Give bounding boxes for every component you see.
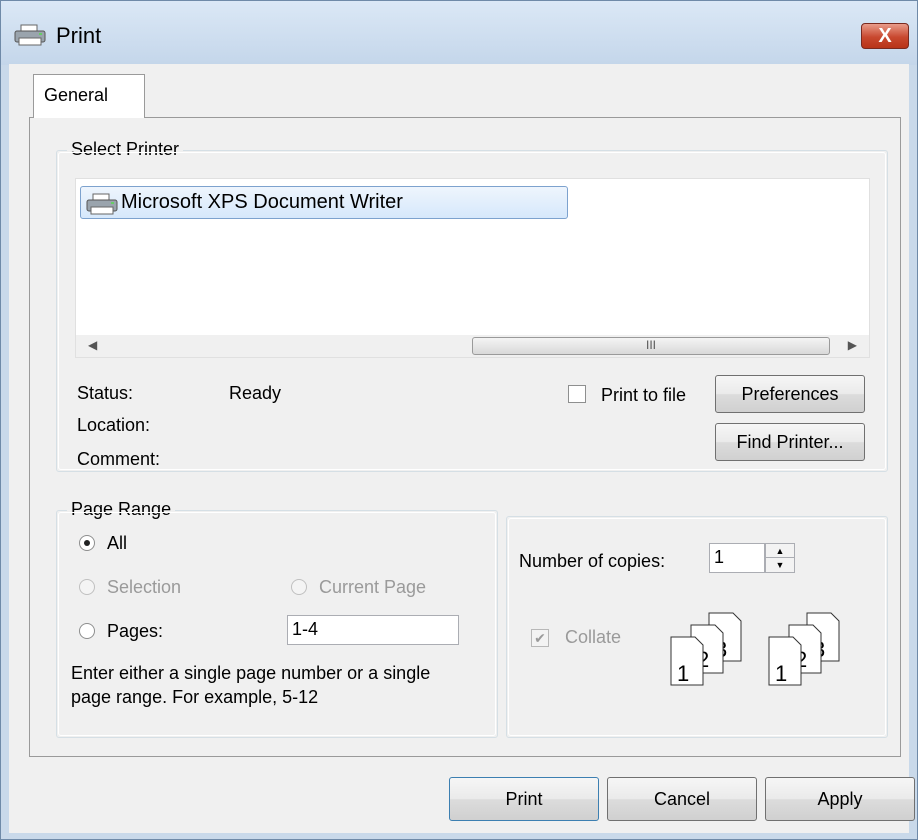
collate-checkbox[interactable]: ✔ bbox=[531, 629, 549, 647]
collate-illustration-icon: 3 2 1 3 2 1 bbox=[670, 612, 840, 686]
print-dialog-window: Print X General Select Printer Microsoft… bbox=[0, 0, 918, 840]
print-to-file-label[interactable]: Print to file bbox=[601, 385, 686, 406]
page-range-hint-1: Enter either a single page number or a s… bbox=[71, 663, 431, 683]
radio-selection-label[interactable]: Selection bbox=[107, 577, 181, 598]
printer-icon bbox=[13, 24, 47, 51]
copies-input[interactable]: 1 bbox=[709, 543, 765, 573]
window-title: Print bbox=[56, 23, 102, 48]
tab-general[interactable]: General bbox=[33, 74, 145, 118]
printer-item-xps[interactable]: Microsoft XPS Document Writer bbox=[80, 186, 568, 219]
cancel-button-label: Cancel bbox=[653, 789, 711, 809]
printer-name: Microsoft XPS Document Writer bbox=[121, 191, 403, 213]
close-icon: X bbox=[878, 25, 892, 47]
pages-input[interactable]: 1-4 bbox=[287, 615, 459, 645]
spin-down-icon[interactable]: ▼ bbox=[766, 558, 794, 572]
preferences-button[interactable]: Preferences bbox=[715, 375, 865, 413]
dialog-body: General Select Printer Microsoft XPS Doc… bbox=[9, 64, 915, 833]
status-label: Status: bbox=[77, 383, 134, 403]
apply-button[interactable]: Apply bbox=[765, 777, 915, 821]
collate-stack-2: 3 2 1 bbox=[768, 612, 840, 686]
select-printer-title: Select Printer bbox=[67, 139, 184, 160]
copies-spinner[interactable]: ▲ ▼ bbox=[765, 543, 795, 573]
apply-button-label: Apply bbox=[817, 789, 863, 809]
collate-stack-1: 3 2 1 bbox=[670, 612, 742, 686]
location-label: Location: bbox=[77, 415, 151, 435]
radio-all[interactable] bbox=[79, 535, 95, 551]
print-button-label: Print bbox=[505, 789, 543, 809]
radio-pages[interactable] bbox=[79, 623, 95, 639]
general-tab-panel: Select Printer Microsoft XPS Document Wr… bbox=[29, 117, 901, 757]
print-button[interactable]: Print bbox=[449, 777, 599, 821]
collate-page-1: 1 bbox=[775, 661, 787, 686]
scrollbar-grip: III bbox=[645, 338, 656, 352]
close-button[interactable]: X bbox=[861, 23, 909, 49]
radio-current-page-label[interactable]: Current Page bbox=[319, 577, 426, 598]
collate-page-1: 1 bbox=[677, 661, 689, 686]
number-of-copies-label: Number of copies: bbox=[519, 551, 666, 571]
find-printer-button[interactable]: Find Printer... bbox=[715, 423, 865, 461]
print-to-file-checkbox[interactable] bbox=[568, 385, 586, 403]
scroll-left-icon[interactable]: ◀ bbox=[88, 338, 97, 352]
tab-general-label: General bbox=[44, 85, 109, 105]
radio-current-page[interactable] bbox=[291, 579, 307, 595]
horizontal-scrollbar[interactable]: ◀ III ▶ bbox=[76, 335, 869, 357]
printer-icon bbox=[85, 193, 119, 220]
copies-group: Number of copies: 1 ▲ ▼ ✔ Collate 3 bbox=[506, 516, 888, 738]
find-printer-label: Find Printer... bbox=[736, 432, 844, 452]
select-printer-group: Select Printer Microsoft XPS Document Wr… bbox=[56, 139, 888, 472]
cancel-button[interactable]: Cancel bbox=[607, 777, 757, 821]
preferences-label: Preferences bbox=[741, 384, 839, 404]
radio-all-label[interactable]: All bbox=[107, 533, 127, 554]
pages-input-value: 1-4 bbox=[292, 619, 319, 639]
copies-input-value: 1 bbox=[714, 547, 725, 567]
page-range-title: Page Range bbox=[67, 499, 176, 520]
spin-up-icon[interactable]: ▲ bbox=[766, 544, 794, 558]
comment-label: Comment: bbox=[77, 449, 161, 469]
scrollbar-thumb[interactable]: III bbox=[472, 337, 830, 355]
collate-label[interactable]: Collate bbox=[565, 627, 621, 648]
status-value: Ready bbox=[229, 383, 282, 403]
title-bar[interactable]: Print X bbox=[1, 1, 917, 65]
scroll-right-icon[interactable]: ▶ bbox=[848, 338, 857, 352]
radio-pages-label[interactable]: Pages: bbox=[107, 621, 163, 642]
page-range-hint-2: page range. For example, 5-12 bbox=[71, 687, 319, 707]
radio-selection[interactable] bbox=[79, 579, 95, 595]
printer-list[interactable]: Microsoft XPS Document Writer ◀ III ▶ bbox=[75, 178, 870, 358]
page-range-group: Page Range All Selection Current Page Pa… bbox=[56, 499, 498, 738]
